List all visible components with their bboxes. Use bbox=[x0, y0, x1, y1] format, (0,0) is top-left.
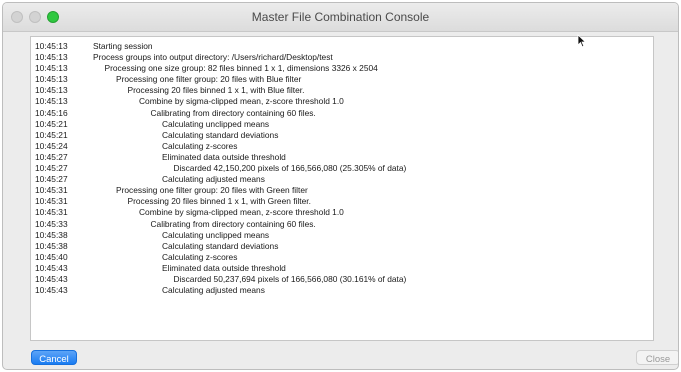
log-message: Calculating adjusted means bbox=[162, 174, 265, 185]
log-line: 10:45:43 Calculating adjusted means bbox=[35, 285, 653, 296]
log-message: Eliminated data outside threshold bbox=[162, 151, 286, 162]
log-timestamp: 10:45:27 bbox=[35, 174, 68, 185]
log-timestamp: 10:45:38 bbox=[35, 240, 68, 251]
log-timestamp: 10:45:13 bbox=[35, 96, 68, 107]
log-message: Calculating unclipped means bbox=[162, 118, 270, 129]
log-message: Discarded 50,237,694 pixels of 166,566,0… bbox=[173, 273, 407, 284]
title-bar[interactable]: Master File Combination Console bbox=[3, 3, 678, 32]
log-timestamp: 10:45:27 bbox=[35, 151, 68, 162]
log-timestamp: 10:45:31 bbox=[35, 196, 68, 207]
log-timestamp: 10:45:40 bbox=[35, 251, 68, 262]
log-message: Combine by sigma-clipped mean, z-score t… bbox=[139, 96, 344, 107]
log-timestamp: 10:45:27 bbox=[35, 163, 68, 174]
log-line: 10:45:27 Calculating adjusted means bbox=[35, 174, 653, 185]
log-output[interactable]: 10:45:13 Starting session 10:45:13 Process … bbox=[30, 36, 654, 341]
close-button[interactable]: Close bbox=[636, 350, 678, 365]
log-line: 10:45:13 Processing one filter group: 20 … bbox=[35, 74, 653, 85]
log-message: Calculating adjusted means bbox=[162, 285, 265, 296]
log-line: 10:45:40 Calculating z-scores bbox=[35, 252, 653, 263]
log-message: Starting session bbox=[93, 41, 153, 51]
log-timestamp: 10:45:13 bbox=[35, 63, 68, 74]
log-line: 10:45:31 Processing one filter group: 20 … bbox=[35, 185, 653, 196]
log-line: 10:45:21 Calculating unclipped means bbox=[35, 119, 653, 130]
log-line: 10:45:13 Combine by sigma-clipped mean, z… bbox=[35, 96, 653, 107]
log-line: 10:45:38 Calculating unclipped means bbox=[35, 230, 653, 241]
log-line: 10:45:33 Calibrating from directory conta… bbox=[35, 219, 653, 230]
log-line: 10:45:16 Calibrating from directory conta… bbox=[35, 108, 653, 119]
log-timestamp: 10:45:13 bbox=[35, 41, 68, 51]
log-message: Calculating unclipped means bbox=[162, 229, 270, 240]
log-message: Eliminated data outside threshold bbox=[162, 262, 286, 273]
log-timestamp: 10:45:33 bbox=[35, 218, 68, 229]
log-message: Processing one size group: 82 files binn… bbox=[104, 63, 378, 74]
log-timestamp: 10:45:31 bbox=[35, 207, 68, 218]
log-message: Calculating standard deviations bbox=[162, 129, 279, 140]
log-message: Process groups into output directory: /U… bbox=[93, 52, 333, 63]
console-window: Master File Combination Console 10:45:13… bbox=[2, 2, 679, 370]
log-line: 10:45:31 Processing 20 files binned 1 x 1… bbox=[35, 196, 653, 207]
log-line: 10:45:27 Discarded 42,150,200 pixels of 1… bbox=[35, 163, 653, 174]
log-message: Processing one filter group: 20 files wi… bbox=[116, 185, 308, 196]
log-message: Combine by sigma-clipped mean, z-score t… bbox=[139, 207, 344, 218]
log-timestamp: 10:45:38 bbox=[35, 229, 68, 240]
log-message: Calibrating from directory containing 60… bbox=[150, 218, 316, 229]
cancel-button[interactable]: Cancel bbox=[31, 350, 77, 365]
log-message: Processing 20 files binned 1 x 1, with B… bbox=[127, 85, 305, 96]
log-timestamp: 10:45:16 bbox=[35, 107, 68, 118]
log-timestamp: 10:45:21 bbox=[35, 129, 68, 140]
log-line: 10:45:38 Calculating standard deviations bbox=[35, 241, 653, 252]
log-timestamp: 10:45:43 bbox=[35, 285, 68, 296]
log-message: Discarded 42,150,200 pixels of 166,566,0… bbox=[173, 163, 407, 174]
log-line: 10:45:13 Starting session bbox=[35, 41, 653, 52]
log-message: Calibrating from directory containing 60… bbox=[150, 107, 316, 118]
log-timestamp: 10:45:13 bbox=[35, 74, 68, 85]
log-timestamp: 10:45:24 bbox=[35, 140, 68, 151]
log-line: 10:45:13 Processing one size group: 82 fi… bbox=[35, 63, 653, 74]
log-timestamp: 10:45:43 bbox=[35, 273, 68, 284]
log-message: Calculating z-scores bbox=[162, 251, 238, 262]
log-timestamp: 10:45:13 bbox=[35, 85, 68, 96]
log-line: 10:45:13 Processing 20 files binned 1 x 1… bbox=[35, 85, 653, 96]
log-line: 10:45:43 Eliminated data outside threshol… bbox=[35, 263, 653, 274]
log-message: Calculating z-scores bbox=[162, 140, 238, 151]
log-message: Processing one filter group: 20 files wi… bbox=[116, 74, 302, 85]
log-line: 10:45:31 Combine by sigma-clipped mean, z… bbox=[35, 207, 653, 218]
log-line: 10:45:27 Eliminated data outside threshol… bbox=[35, 152, 653, 163]
log-line: 10:45:24 Calculating z-scores bbox=[35, 141, 653, 152]
log-message: Processing 20 files binned 1 x 1, with G… bbox=[127, 196, 311, 207]
log-line: 10:45:21 Calculating standard deviations bbox=[35, 130, 653, 141]
log-line: 10:45:13 Process groups into output direc… bbox=[35, 52, 653, 63]
mouse-pointer-icon bbox=[577, 34, 587, 48]
log-timestamp: 10:45:43 bbox=[35, 262, 68, 273]
log-timestamp: 10:45:21 bbox=[35, 118, 68, 129]
window-title: Master File Combination Console bbox=[251, 10, 430, 24]
log-timestamp: 10:45:13 bbox=[35, 52, 68, 63]
log-line: 10:45:43 Discarded 50,237,694 pixels of 1… bbox=[35, 274, 653, 285]
log-timestamp: 10:45:31 bbox=[35, 185, 68, 196]
log-message: Calculating standard deviations bbox=[162, 240, 279, 251]
